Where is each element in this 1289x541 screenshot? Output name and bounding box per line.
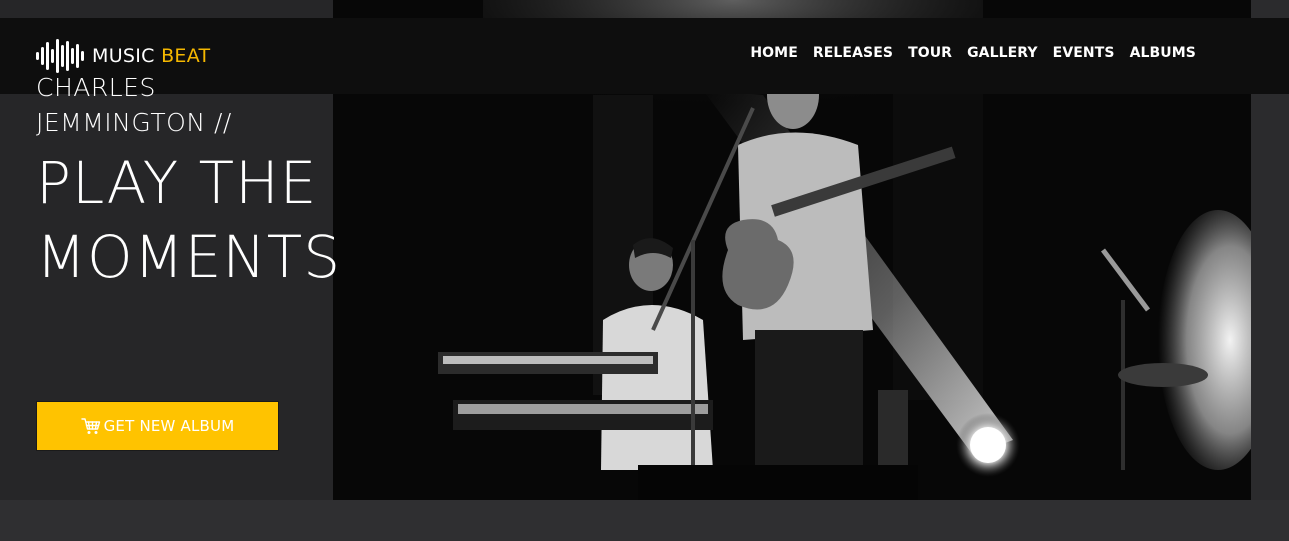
- get-new-album-button[interactable]: GET NEW ALBUM: [36, 401, 279, 451]
- brand-name-accent: BEAT: [161, 45, 211, 67]
- hero-headline: PLAY THE MOMENTS: [36, 146, 341, 294]
- soundwave-icon: [36, 39, 84, 73]
- main-nav: HOME RELEASES TOUR GALLERY EVENTS ALBUMS: [750, 45, 1196, 61]
- nav-item-events[interactable]: EVENTS: [1053, 45, 1115, 61]
- hero-headline-line1: PLAY THE: [36, 149, 318, 217]
- nav-item-tour[interactable]: TOUR: [908, 45, 952, 61]
- get-new-album-label: GET NEW ALBUM: [103, 417, 235, 435]
- brand-logo[interactable]: MUSIC BEAT: [36, 38, 210, 74]
- brand-name: MUSIC BEAT: [92, 45, 210, 67]
- page: MUSIC BEAT HOME RELEASES TOUR GALLERY EV…: [0, 0, 1289, 541]
- artist-name: CHARLES JEMMINGTON //: [36, 70, 232, 140]
- artist-name-line2: JEMMINGTON //: [36, 108, 232, 137]
- hero-headline-line2: MOMENTS: [36, 223, 342, 291]
- nav-item-albums[interactable]: ALBUMS: [1130, 45, 1196, 61]
- nav-item-releases[interactable]: RELEASES: [813, 45, 893, 61]
- cart-icon: [80, 418, 100, 434]
- artist-name-line1: CHARLES: [36, 73, 156, 102]
- section-divider: [0, 500, 1289, 541]
- nav-item-gallery[interactable]: GALLERY: [967, 45, 1038, 61]
- nav-item-home[interactable]: HOME: [750, 45, 798, 61]
- brand-name-primary: MUSIC: [92, 45, 155, 67]
